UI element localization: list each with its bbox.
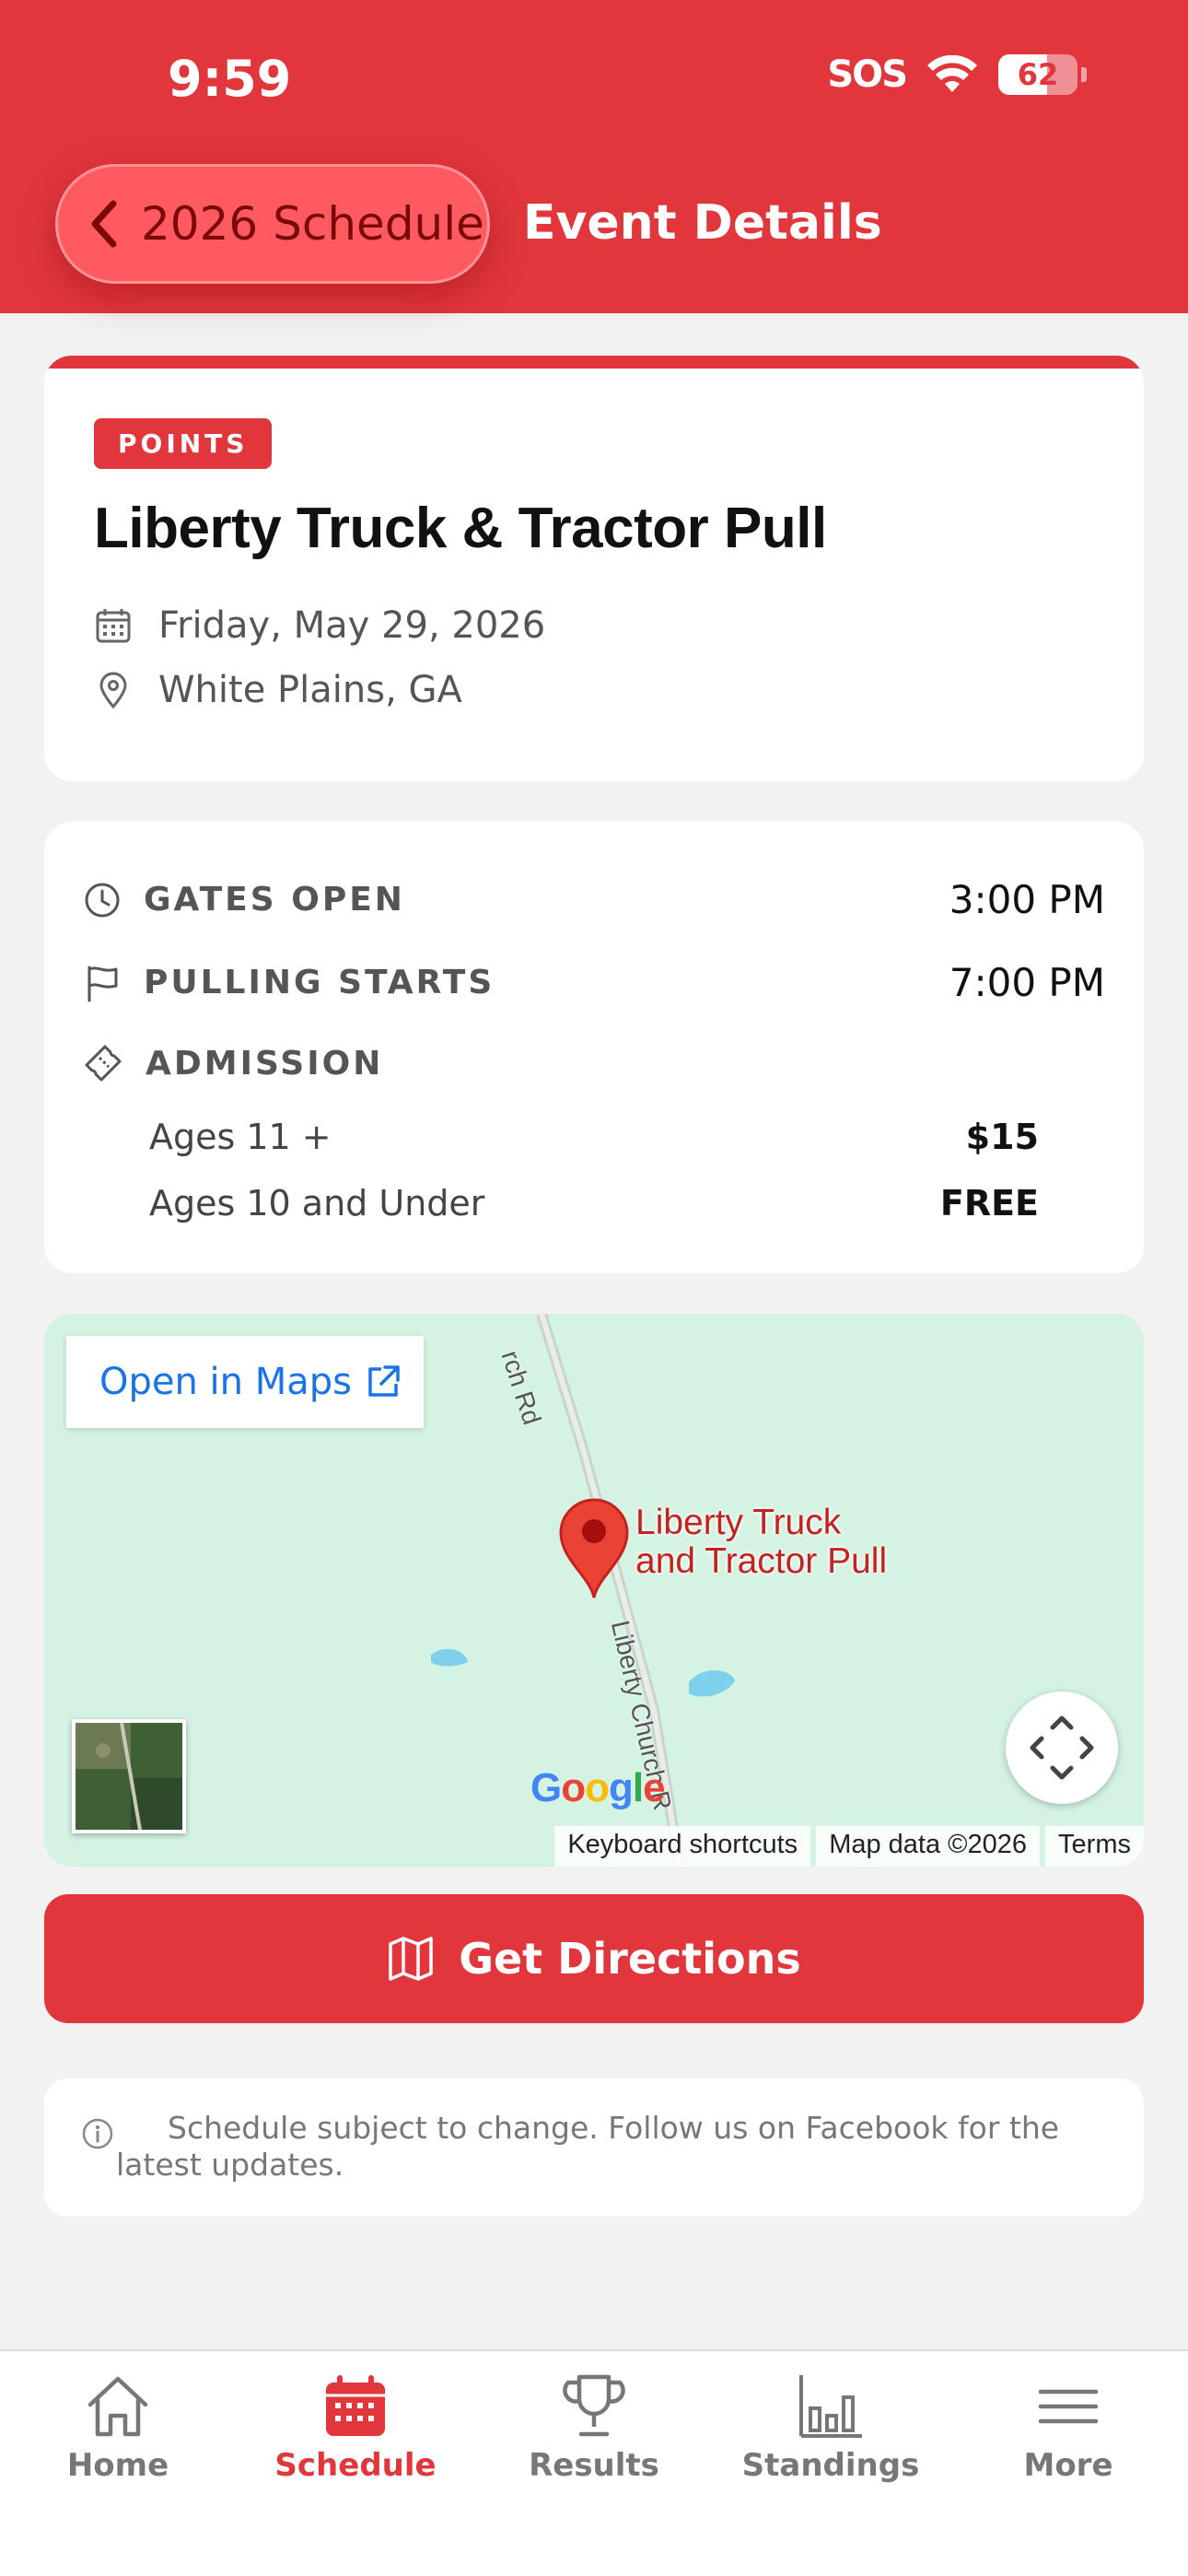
back-button[interactable]: 2026 Schedule [55, 164, 490, 284]
back-button-label: 2026 Schedule [141, 197, 484, 251]
bar-chart-icon [799, 2375, 862, 2438]
ticket-icon [85, 1045, 122, 1082]
map-pin-icon[interactable] [555, 1494, 633, 1601]
price-row: Ages 10 and Under FREE [149, 1183, 1039, 1224]
terms-link[interactable]: Terms [1045, 1826, 1144, 1867]
sos-indicator: SOS [827, 53, 908, 96]
trophy-icon [563, 2374, 625, 2437]
google-logo: Google [530, 1765, 666, 1810]
event-summary-card: POINTS Liberty Truck & Tractor Pull Frid… [44, 356, 1144, 781]
map-attribution: Keyboard shortcuts Map data ©2026 Terms [554, 1826, 1144, 1867]
move-arrows-icon [1030, 1715, 1094, 1780]
event-date: Friday, May 29, 2026 [158, 604, 546, 647]
flag-icon [87, 966, 118, 1001]
location-pin-icon [99, 672, 127, 709]
calendar-icon [326, 2375, 385, 2436]
battery-nub [1081, 67, 1087, 82]
home-icon [87, 2376, 148, 2437]
tab-label: Home [66, 2447, 169, 2484]
map-pin-label-line: and Tractor Pull [635, 1541, 888, 1581]
map-icon [389, 1937, 433, 1981]
wifi-icon [927, 55, 977, 92]
pulling-starts-label: PULLING STARTS [144, 964, 495, 1001]
calendar-icon [96, 609, 131, 643]
price-tier-value: $15 [965, 1117, 1039, 1157]
tab-label: More [1023, 2447, 1113, 2484]
tab-label: Standings [741, 2447, 920, 2484]
recenter-button[interactable] [1006, 1692, 1118, 1804]
card-accent-bar [44, 356, 1144, 369]
event-name: Liberty Truck & Tractor Pull [94, 497, 827, 560]
status-time: 9:59 [168, 50, 292, 108]
event-location-row: White Plains, GA [94, 669, 462, 711]
event-details-card: GATES OPEN 3:00 PM PULLING STARTS 7:00 P… [44, 822, 1144, 1273]
tab-home[interactable]: Home [17, 2371, 219, 2484]
tab-more[interactable]: More [967, 2371, 1170, 2484]
app-header: 9:59 SOS 62 2026 Schedule Event Details [0, 0, 1188, 313]
price-tier-value: FREE [939, 1183, 1039, 1224]
tab-label: Schedule [274, 2447, 437, 2484]
admission-row: ADMISSION [83, 1043, 1105, 1083]
schedule-notice: Schedule subject to change. Follow us on… [44, 2078, 1144, 2217]
map-data-label: Map data ©2026 [816, 1826, 1041, 1867]
get-directions-button[interactable]: Get Directions [44, 1894, 1144, 2023]
map-pin-label: Liberty Truck and Tractor Pull [635, 1504, 887, 1581]
notice-text: Schedule subject to change. Follow us on… [116, 2110, 1060, 2183]
chevron-left-icon [91, 200, 117, 248]
price-tier-label: Ages 10 and Under [149, 1183, 485, 1224]
admission-label: ADMISSION [146, 1044, 384, 1083]
map-pin-label-line: Liberty Truck [635, 1503, 842, 1542]
satellite-toggle[interactable] [72, 1719, 186, 1833]
keyboard-shortcuts-link[interactable]: Keyboard shortcuts [554, 1826, 811, 1867]
price-tier-label: Ages 11 + [149, 1117, 332, 1157]
event-date-row: Friday, May 29, 2026 [94, 604, 545, 647]
battery-indicator: 62 [998, 54, 1077, 95]
gates-open-label: GATES OPEN [144, 881, 405, 919]
gates-open-row: GATES OPEN 3:00 PM [83, 877, 1105, 922]
open-in-maps-button[interactable]: Open in Maps [66, 1336, 424, 1428]
menu-icon [1038, 2389, 1099, 2424]
open-in-maps-label: Open in Maps [99, 1361, 352, 1403]
tab-label: Results [529, 2447, 659, 2484]
get-directions-label: Get Directions [459, 1934, 801, 1984]
status-indicators: SOS 62 [827, 53, 1087, 96]
pulling-starts-time: 7:00 PM [949, 960, 1105, 1005]
satellite-thumbnail-icon [76, 1722, 182, 1831]
tab-results[interactable]: Results [493, 2371, 695, 2484]
clock-icon [85, 883, 120, 917]
external-link-icon [368, 1365, 400, 1397]
event-location: White Plains, GA [158, 669, 462, 711]
battery-percent: 62 [1017, 57, 1059, 92]
page-title: Event Details [523, 195, 882, 251]
info-icon [82, 2118, 113, 2149]
tab-schedule[interactable]: Schedule [254, 2371, 457, 2484]
event-map[interactable]: rch Rd Liberty Church R Open in Maps Lib… [44, 1314, 1144, 1867]
tab-standings[interactable]: Standings [729, 2371, 932, 2484]
price-row: Ages 11 + $15 [149, 1117, 1039, 1157]
points-badge: POINTS [94, 418, 273, 469]
bottom-tab-bar: Home Schedule Results Standings More [0, 2349, 1188, 2576]
gates-open-time: 3:00 PM [949, 877, 1105, 922]
pulling-starts-row: PULLING STARTS 7:00 PM [83, 960, 1105, 1005]
